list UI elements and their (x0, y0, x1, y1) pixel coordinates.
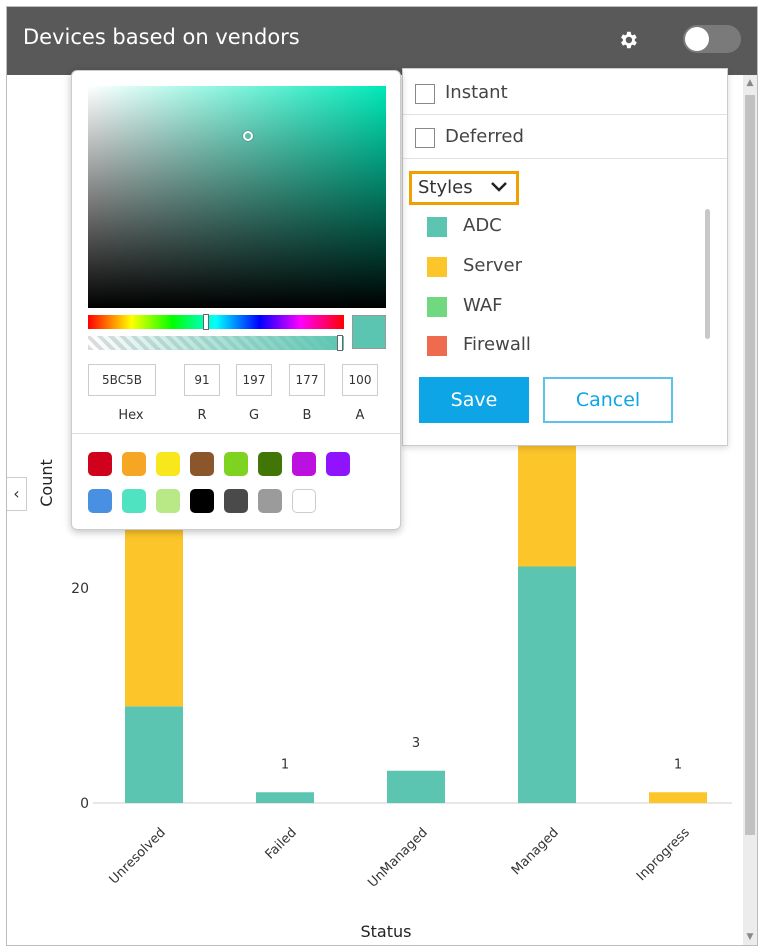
styles-list-scrollbar[interactable] (705, 209, 710, 339)
x-tick-label: Unresolved (107, 825, 169, 887)
preset-color-swatch[interactable] (190, 489, 214, 513)
waf-color-swatch[interactable] (427, 297, 447, 317)
saturation-handle[interactable] (243, 131, 253, 141)
preset-color-swatch[interactable] (156, 489, 180, 513)
x-tick-label: Inprogress (634, 825, 693, 884)
b-label: B (302, 408, 312, 423)
x-tick-label: UnManaged (365, 825, 431, 891)
alpha-slider-handle[interactable] (337, 335, 343, 351)
scroll-down-arrow-icon[interactable]: ▼ (745, 931, 755, 943)
a-input[interactable]: 100 (342, 364, 378, 396)
cancel-button[interactable]: Cancel (543, 377, 673, 423)
y-axis-label: Count (37, 459, 56, 507)
x-tick-label: Managed (509, 825, 562, 878)
x-axis-label: Status (361, 922, 412, 941)
firewall-color-swatch[interactable] (427, 336, 447, 356)
r-label: R (197, 408, 207, 423)
color-picker-popup: 5BC5B 91 197 177 100 Hex R G B A (71, 70, 401, 530)
preset-color-swatch[interactable] (292, 489, 316, 513)
bar-data-label: 3 (412, 736, 420, 751)
x-tick-label: Failed (263, 825, 300, 862)
styles-label: Styles (418, 177, 473, 198)
preset-color-swatch[interactable] (224, 489, 248, 513)
preset-color-swatch[interactable] (88, 452, 112, 476)
option-deferred[interactable]: Deferred (403, 115, 727, 159)
instant-checkbox[interactable] (415, 84, 435, 104)
alpha-slider[interactable] (88, 335, 344, 351)
bar-data-label: 1 (281, 757, 289, 772)
bar-segment-adc (518, 566, 576, 803)
bar-segment-adc (387, 770, 445, 803)
bar-segment-adc (125, 706, 183, 803)
instant-label: Instant (445, 82, 508, 103)
bar-segment-server (649, 792, 707, 803)
deferred-checkbox[interactable] (415, 128, 435, 148)
y-tick-label: 0 (80, 796, 89, 812)
chart-options-panel: Instant Deferred Styles ADC Server WAF F… (402, 68, 728, 446)
preset-color-swatch[interactable] (156, 452, 180, 476)
vertical-scrollbar[interactable]: ▲ ▼ (743, 75, 757, 945)
saturation-value-area[interactable] (88, 86, 386, 308)
preset-color-swatch[interactable] (190, 452, 214, 476)
b-input[interactable]: 177 (289, 364, 325, 396)
deferred-label: Deferred (445, 126, 524, 147)
preset-color-swatch[interactable] (122, 452, 146, 476)
legend-label-waf: WAF (463, 295, 503, 316)
a-label: A (355, 408, 365, 423)
scrollbar-thumb[interactable] (745, 95, 755, 835)
collapse-panel-button[interactable]: ‹ (7, 477, 27, 511)
preset-color-swatch[interactable] (258, 489, 282, 513)
chevron-down-icon (491, 182, 507, 192)
bar-segment-server (518, 427, 576, 567)
g-label: G (248, 408, 260, 423)
legend-label-server: Server (463, 255, 523, 276)
preset-color-swatch[interactable] (88, 489, 112, 513)
hue-slider[interactable] (88, 314, 344, 330)
y-tick-label: 20 (71, 581, 89, 597)
server-color-swatch[interactable] (427, 257, 447, 277)
g-input[interactable]: 197 (236, 364, 272, 396)
hue-slider-handle[interactable] (203, 314, 209, 330)
preset-color-swatch[interactable] (224, 452, 248, 476)
legend-label-firewall: Firewall (463, 334, 531, 355)
bar-data-label: 1 (674, 757, 682, 772)
save-button[interactable]: Save (419, 377, 529, 423)
legend-label-adc: ADC (463, 215, 502, 236)
preset-color-swatch[interactable] (258, 452, 282, 476)
r-input[interactable]: 91 (184, 364, 220, 396)
bar-segment-adc (256, 792, 314, 803)
preset-color-swatch[interactable] (326, 452, 350, 476)
hex-label: Hex (118, 408, 144, 423)
current-color-swatch (352, 315, 386, 349)
hex-input[interactable]: 5BC5B (88, 364, 156, 396)
scroll-up-arrow-icon[interactable]: ▲ (745, 77, 755, 89)
picker-divider (72, 433, 400, 434)
styles-dropdown[interactable]: Styles (409, 171, 519, 205)
preset-color-swatch[interactable] (122, 489, 146, 513)
adc-color-swatch[interactable] (427, 217, 447, 237)
preset-color-swatch[interactable] (292, 452, 316, 476)
option-instant[interactable]: Instant (403, 71, 727, 115)
